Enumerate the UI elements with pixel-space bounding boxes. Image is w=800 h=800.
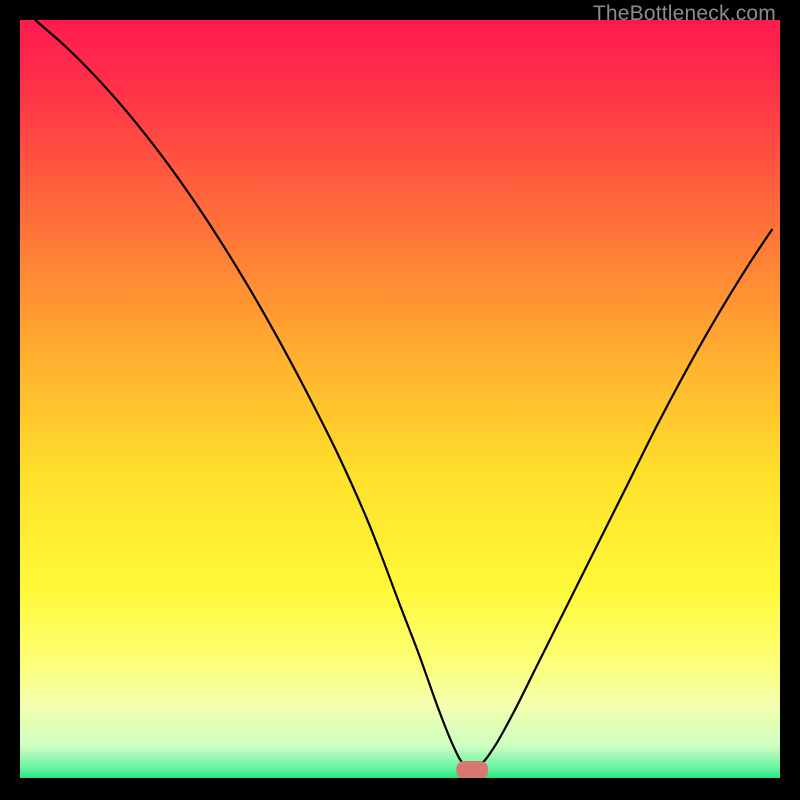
bottleneck-chart (20, 20, 780, 780)
optimal-marker (456, 761, 488, 779)
chart-background (20, 20, 780, 780)
chart-frame (20, 20, 780, 780)
